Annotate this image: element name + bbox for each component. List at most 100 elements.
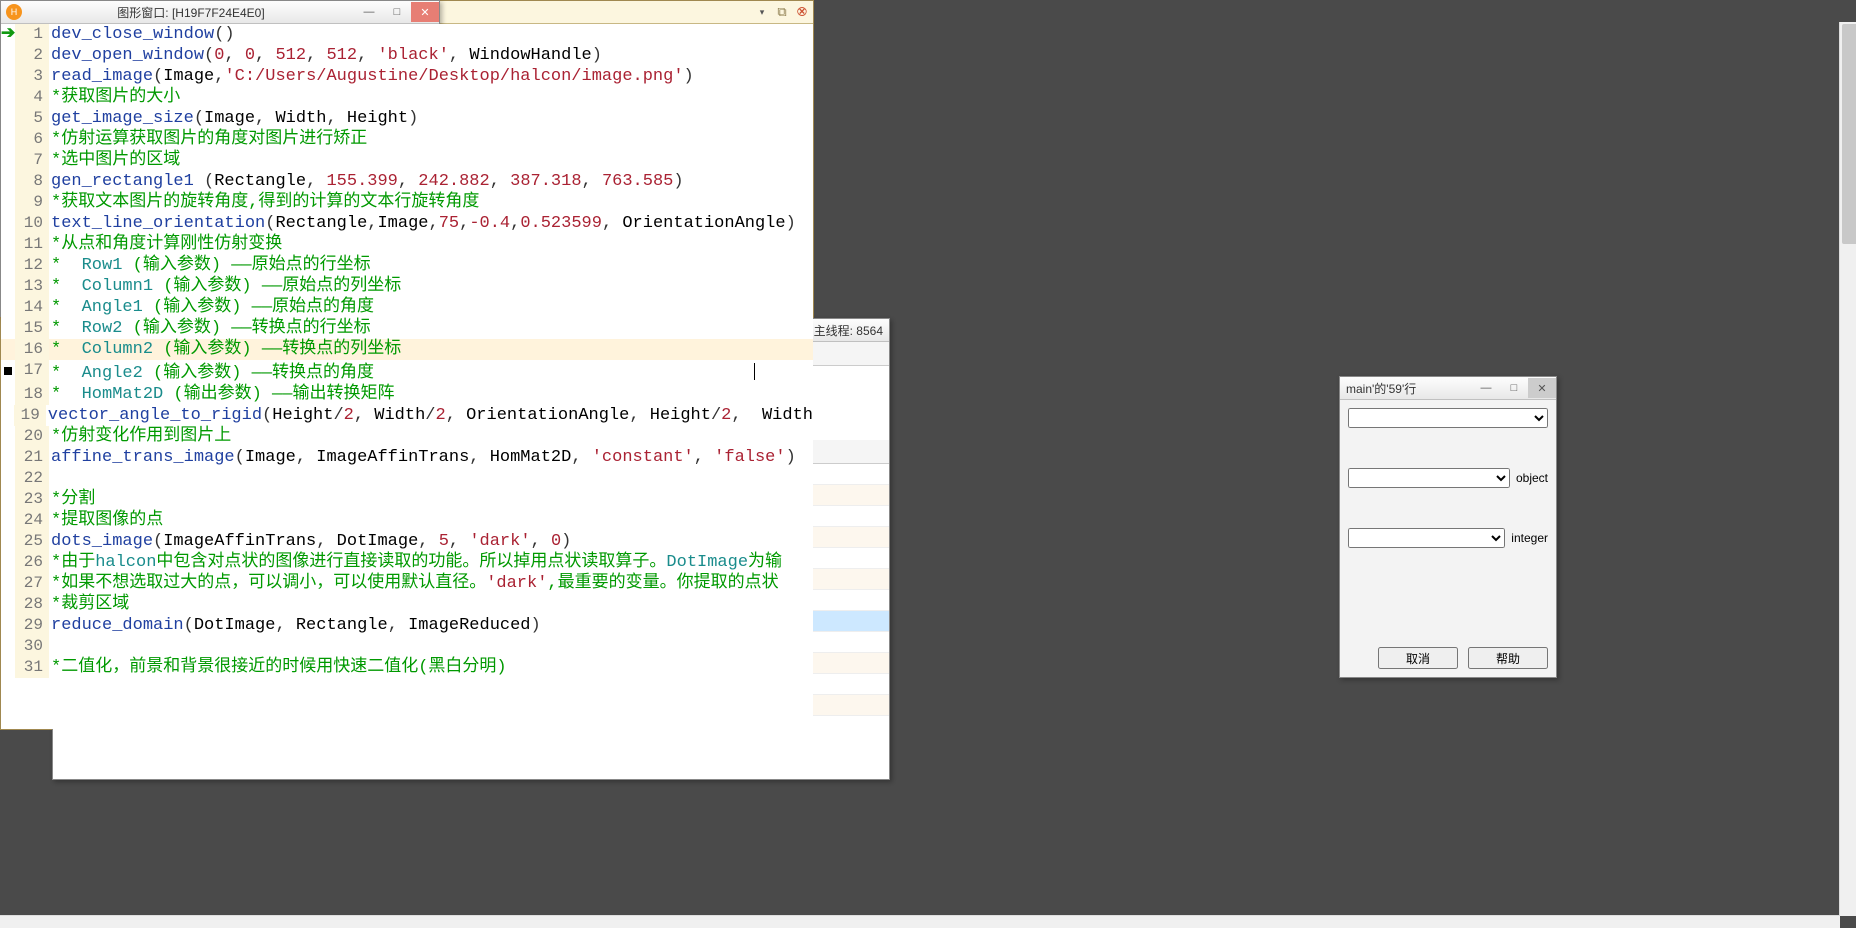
- type-label-1: object: [1516, 471, 1548, 485]
- code-line[interactable]: 31*二值化，前景和背景很接近的时候用快速二值化(黑白分明): [1, 657, 813, 678]
- line-number: 9: [15, 192, 49, 213]
- line-number: 10: [15, 213, 49, 234]
- code-content: *获取图片的大小: [49, 87, 813, 108]
- code-line[interactable]: 25dots_image(ImageAffinTrans, DotImage, …: [1, 531, 813, 552]
- code-line[interactable]: 27*如果不想选取过大的点，可以调小，可以使用默认直径。'dark',最重要的变…: [1, 573, 813, 594]
- line-number: 3: [15, 66, 49, 87]
- code-content: *仿射变化作用到图片上: [49, 426, 813, 447]
- code-line[interactable]: 23*分割: [1, 489, 813, 510]
- cancel-button[interactable]: 取消: [1378, 647, 1458, 669]
- code-content: affine_trans_image(Image, ImageAffinTran…: [49, 447, 813, 468]
- code-line[interactable]: 28*裁剪区域: [1, 594, 813, 615]
- code-line[interactable]: 19vector_angle_to_rigid(Height/2, Width/…: [1, 405, 813, 426]
- code-content: dots_image(ImageAffinTrans, DotImage, 5,…: [49, 531, 813, 552]
- code-content: dev_close_window(): [49, 24, 813, 45]
- code-content: * HomMat2D (输出参数) ——输出转换矩阵: [49, 384, 813, 405]
- code-content: *由于halcon中包含对点状的图像进行直接读取的功能。所以掉用点状读取算子。D…: [49, 552, 813, 573]
- code-content: * Column2 (输入参数) ——转换点的列坐标: [49, 339, 813, 360]
- graphic-window-title: 图形窗口: [H19F7F24E4E0]: [27, 4, 355, 21]
- code-line[interactable]: 15* Row2 (输入参数) ——转换点的行坐标: [1, 318, 813, 339]
- line-number: 6: [15, 129, 49, 150]
- code-line[interactable]: 5get_image_size(Image, Width, Height): [1, 108, 813, 129]
- dialog-titlebar[interactable]: main'的'59'行 — □ ✕: [1340, 377, 1556, 400]
- code-line[interactable]: 10text_line_orientation(Rectangle,Image,…: [1, 213, 813, 234]
- scrollbar-vertical[interactable]: [1839, 22, 1856, 916]
- line-number: 12: [15, 255, 49, 276]
- code-line[interactable]: 17* Angle2 (输入参数) ——转换点的角度: [1, 360, 813, 384]
- code-line[interactable]: 7*选中图片的区域: [1, 150, 813, 171]
- dialog-select-2[interactable]: [1348, 468, 1510, 488]
- line-number: 24: [15, 510, 49, 531]
- dialog-select-3[interactable]: [1348, 528, 1505, 548]
- code-content: vector_angle_to_rigid(Height/2, Width/2,…: [46, 405, 813, 426]
- line-number: 18: [15, 384, 49, 405]
- code-line[interactable]: 6*仿射运算获取图片的角度对图片进行矫正: [1, 129, 813, 150]
- code-content: *从点和角度计算刚性仿射变换: [49, 234, 813, 255]
- code-line[interactable]: 30: [1, 636, 813, 657]
- code-content: *裁剪区域: [49, 594, 813, 615]
- app-icon: H: [6, 4, 22, 20]
- code-content: [49, 636, 813, 657]
- line-number: 17: [15, 360, 49, 384]
- code-content: dev_open_window(0, 0, 512, 512, 'black',…: [49, 45, 813, 66]
- minimize-button[interactable]: —: [1472, 378, 1500, 398]
- code-line[interactable]: 12* Row1 (输入参数) ——原始点的行坐标: [1, 255, 813, 276]
- code-content: gen_rectangle1 (Rectangle, 155.399, 242.…: [49, 171, 813, 192]
- code-line[interactable]: 3read_image(Image,'C:/Users/Augustine/De…: [1, 66, 813, 87]
- type-label-2: integer: [1511, 531, 1548, 545]
- code-line[interactable]: 11*从点和角度计算刚性仿射变换: [1, 234, 813, 255]
- dialog-title: main'的'59'行: [1340, 380, 1472, 397]
- graphic-window-titlebar[interactable]: H 图形窗口: [H19F7F24E4E0] — □ ✕: [1, 1, 439, 24]
- code-line[interactable]: 29reduce_domain(DotImage, Rectangle, Ima…: [1, 615, 813, 636]
- code-line[interactable]: 16* Column2 (输入参数) ——转换点的列坐标: [1, 339, 813, 360]
- help-button[interactable]: 帮助: [1468, 647, 1548, 669]
- line-number: 23: [15, 489, 49, 510]
- line-number: 1: [15, 24, 49, 45]
- line-number: 21: [15, 447, 49, 468]
- code-content: *分割: [49, 489, 813, 510]
- line-number: 28: [15, 594, 49, 615]
- parameter-dialog: main'的'59'行 — □ ✕ object integer 取消 帮助: [1339, 376, 1557, 678]
- dropdown-icon[interactable]: ▾: [755, 5, 769, 19]
- code-line[interactable]: 22: [1, 468, 813, 489]
- line-number: 26: [15, 552, 49, 573]
- code-line[interactable]: 9*获取文本图片的旋转角度,得到的计算的文本行旋转角度: [1, 192, 813, 213]
- scrollbar-horizontal[interactable]: [0, 915, 1840, 928]
- code-line[interactable]: ➔1dev_close_window(): [1, 24, 813, 45]
- code-content: get_image_size(Image, Width, Height): [49, 108, 813, 129]
- line-number: 2: [15, 45, 49, 66]
- line-number: 11: [15, 234, 49, 255]
- copy-icon[interactable]: ⧉: [775, 5, 789, 19]
- line-number: 19: [14, 405, 46, 426]
- code-content: *获取文本图片的旋转角度,得到的计算的文本行旋转角度: [49, 192, 813, 213]
- code-line[interactable]: 26*由于halcon中包含对点状的图像进行直接读取的功能。所以掉用点状读取算子…: [1, 552, 813, 573]
- minimize-button[interactable]: —: [355, 2, 383, 22]
- code-editor[interactable]: ➔1dev_close_window()2dev_open_window(0, …: [1, 24, 813, 729]
- maximize-button[interactable]: □: [1500, 378, 1528, 398]
- dialog-select-1[interactable]: [1348, 408, 1548, 428]
- code-line[interactable]: 8gen_rectangle1 (Rectangle, 155.399, 242…: [1, 171, 813, 192]
- code-content: * Row1 (输入参数) ——原始点的行坐标: [49, 255, 813, 276]
- code-line[interactable]: 4*获取图片的大小: [1, 87, 813, 108]
- line-number: 4: [15, 87, 49, 108]
- code-line[interactable]: 13* Column1 (输入参数) ——原始点的列坐标: [1, 276, 813, 297]
- line-number: 29: [15, 615, 49, 636]
- maximize-button[interactable]: □: [383, 2, 411, 22]
- code-line[interactable]: 24*提取图像的点: [1, 510, 813, 531]
- close-button[interactable]: ✕: [1528, 378, 1556, 398]
- line-number: 27: [15, 573, 49, 594]
- close-button[interactable]: ✕: [411, 2, 439, 22]
- code-line[interactable]: 21affine_trans_image(Image, ImageAffinTr…: [1, 447, 813, 468]
- scrollbar-thumb[interactable]: [1842, 24, 1856, 244]
- code-content: *仿射运算获取图片的角度对图片进行矫正: [49, 129, 813, 150]
- code-line[interactable]: 20*仿射变化作用到图片上: [1, 426, 813, 447]
- close-tab-icon[interactable]: ⮿: [795, 5, 809, 19]
- code-content: * Column1 (输入参数) ——原始点的列坐标: [49, 276, 813, 297]
- code-content: *二值化，前景和背景很接近的时候用快速二值化(黑白分明): [49, 657, 813, 678]
- code-line[interactable]: 14* Angle1 (输入参数) ——原始点的角度: [1, 297, 813, 318]
- line-number: 20: [15, 426, 49, 447]
- code-content: *提取图像的点: [49, 510, 813, 531]
- code-line[interactable]: 2dev_open_window(0, 0, 512, 512, 'black'…: [1, 45, 813, 66]
- code-line[interactable]: 18* HomMat2D (输出参数) ——输出转换矩阵: [1, 384, 813, 405]
- code-editor-window: ⬅ ➡ 📄 ▣ *main ( : : : ) ▾ ⧉ ⮿ ➔1dev_clos…: [0, 0, 814, 730]
